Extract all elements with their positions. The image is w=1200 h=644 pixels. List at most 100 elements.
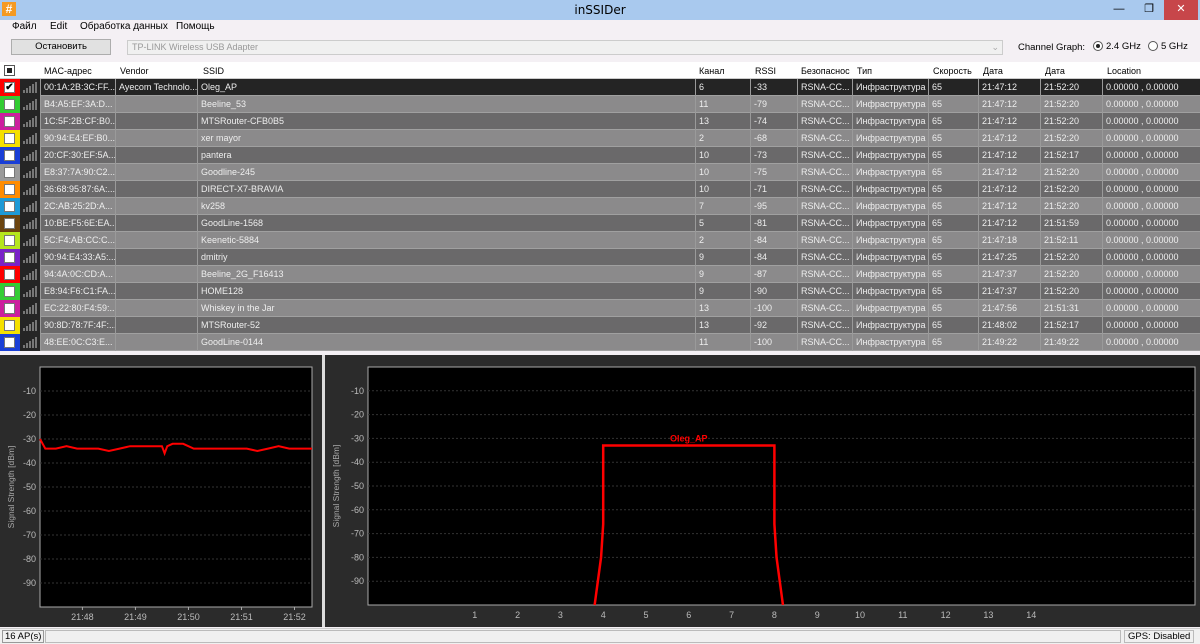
table-row[interactable]: E8:37:7A:90:C2... Goodline-245 10 -75 RSNA-C… [0,164,1200,181]
cell-vendor [115,334,197,351]
checkbox[interactable] [4,218,15,229]
row-color-checkbox[interactable] [0,198,20,215]
col-channel[interactable]: Канал [699,66,724,76]
table-row[interactable]: 5C:F4:AB:CC:C... Keenetic-5884 2 -84 RSNA-CC… [0,232,1200,249]
checkbox[interactable] [4,235,15,246]
x-tick-label: 14 [1026,610,1036,620]
cell-ssid: xer mayor [197,130,695,147]
cell-channel: 2 [695,130,750,147]
col-rssi[interactable]: RSSI [755,66,776,76]
table-row[interactable]: 10:BE:F5:6E:EA... GoodLine-1568 5 -81 RSNA-C… [0,215,1200,232]
col-type[interactable]: Тип [857,66,872,76]
y-tick-label: -90 [351,576,364,586]
radio-24ghz[interactable]: 2.4 GHz [1093,41,1141,52]
cell-speed: 65 [928,215,978,232]
row-color-checkbox[interactable] [0,113,20,130]
table-row[interactable]: E8:94:F6:C1:FA... HOME128 9 -90 RSNA-CC... Ин… [0,283,1200,300]
cell-last: 21:51:31 [1040,300,1102,317]
row-color-checkbox[interactable] [0,249,20,266]
menu-edit[interactable]: Edit [50,21,67,32]
cell-rssi: -100 [750,300,797,317]
chevron-down-icon: ⌄ [991,42,999,52]
col-first-seen[interactable]: Дата [983,66,1003,76]
checkbox[interactable] [4,150,15,161]
close-button[interactable]: ✕ [1164,0,1198,20]
menu-file[interactable]: Файл [12,21,37,32]
cell-ssid: GoodLine-1568 [197,215,695,232]
row-color-checkbox[interactable] [0,283,20,300]
select-all-checkbox[interactable] [4,65,15,76]
col-vendor[interactable]: Vendor [120,66,149,76]
signal-strength-icon [20,164,40,181]
table-row[interactable]: 36:68:95:87:6A:... DIRECT-X7-BRAVIA 10 -71 R… [0,181,1200,198]
checkbox[interactable] [4,303,15,314]
table-row[interactable]: 20:CF:30:EF:5A... pantera 10 -73 RSNA-CC... И… [0,147,1200,164]
checkbox[interactable] [4,201,15,212]
maximize-button[interactable]: ❐ [1136,0,1162,20]
row-color-checkbox[interactable] [0,96,20,113]
checkbox[interactable] [4,269,15,280]
checkbox[interactable] [4,167,15,178]
cell-security: RSNA-CC... [797,164,852,181]
channel-graph: -10 -20 -30 -40 -50 -60 -70 -80 -90 Signal Streng… [331,366,1196,620]
table-row[interactable]: B4:A5:EF:3A:D... Beeline_53 11 -79 RSNA-CC..… [0,96,1200,113]
radio-5ghz[interactable]: 5 GHz [1148,41,1188,52]
signal-strength-icon [20,147,40,164]
checkbox[interactable] [4,133,15,144]
row-color-checkbox[interactable] [0,334,20,351]
table-row[interactable]: 90:94:E4:33:A5:... dmitriy 9 -84 RSNA-CC... И… [0,249,1200,266]
checkbox[interactable] [4,337,15,348]
table-row[interactable]: 1C:5F:2B:CF:B0... MTSRouter-CFB0B5 13 -74 RS… [0,113,1200,130]
col-ssid[interactable]: SSID [203,66,224,76]
row-color-checkbox[interactable] [0,215,20,232]
row-color-checkbox[interactable] [0,232,20,249]
menu-data-processing[interactable]: Обработка данных [80,21,168,32]
cell-speed: 65 [928,113,978,130]
menu-help[interactable]: Помощь [176,21,215,32]
row-color-checkbox[interactable]: ✔ [0,79,20,96]
row-color-checkbox[interactable] [0,317,20,334]
signal-strength-icon [20,79,40,96]
cell-mac: 90:94:E4:EF:B0... [40,130,115,147]
signal-strength-icon [20,130,40,147]
signal-strength-icon [20,215,40,232]
cell-speed: 65 [928,79,978,96]
table-row[interactable]: 90:8D:78:7F:4F:... MTSRouter-52 13 -92 RSNA-… [0,317,1200,334]
x-tick-label: 4 [601,610,606,620]
y-tick-label: -20 [23,410,36,420]
checkbox[interactable] [4,184,15,195]
table-row[interactable]: 94:4A:0C:CD:A... Beeline_2G_F16413 9 -87 RSN… [0,266,1200,283]
cell-rssi: -74 [750,113,797,130]
checkbox[interactable] [4,252,15,263]
checkbox[interactable] [4,286,15,297]
row-color-checkbox[interactable] [0,130,20,147]
cell-speed: 65 [928,266,978,283]
row-color-checkbox[interactable] [0,164,20,181]
ap-table: MAC-адрес Vendor SSID Канал RSSI Безопас… [0,62,1200,351]
cell-mac: EC:22:80:F4:59:... [40,300,115,317]
checkbox[interactable]: ✔ [4,82,15,93]
col-location[interactable]: Location [1107,66,1141,76]
table-row[interactable]: 48:EE:0C:C3:E... GoodLine-0144 11 -100 RSNA-… [0,334,1200,351]
table-row[interactable]: EC:22:80:F4:59:... Whiskey in the Jar 13 -1… [0,300,1200,317]
row-color-checkbox[interactable] [0,300,20,317]
row-color-checkbox[interactable] [0,147,20,164]
checkbox[interactable] [4,99,15,110]
col-last-seen[interactable]: Дата [1045,66,1065,76]
adapter-select[interactable]: TP-LINK Wireless USB Adapter ⌄ [127,40,1003,55]
cell-ssid: Keenetic-5884 [197,232,695,249]
minimize-button[interactable]: — [1106,0,1132,20]
checkbox[interactable] [4,116,15,127]
col-mac[interactable]: MAC-адрес [44,66,92,76]
col-security[interactable]: Безопаснос [801,66,850,76]
col-speed[interactable]: Скорость [933,66,972,76]
checkbox[interactable] [4,320,15,331]
row-color-checkbox[interactable] [0,181,20,198]
splitter[interactable] [322,355,325,627]
table-row[interactable]: 2C:AB:25:2D:A... kv258 7 -95 RSNA-CC... Инфра… [0,198,1200,215]
table-row[interactable]: ✔ 00:1A:2B:3C:FF... Ayecom Technolo... Oleg… [0,79,1200,96]
table-row[interactable]: 90:94:E4:EF:B0... xer mayor 2 -68 RSNA-CC...… [0,130,1200,147]
stop-button[interactable]: Остановить [11,39,111,55]
row-color-checkbox[interactable] [0,266,20,283]
cell-type: Инфраструктура [852,283,928,300]
